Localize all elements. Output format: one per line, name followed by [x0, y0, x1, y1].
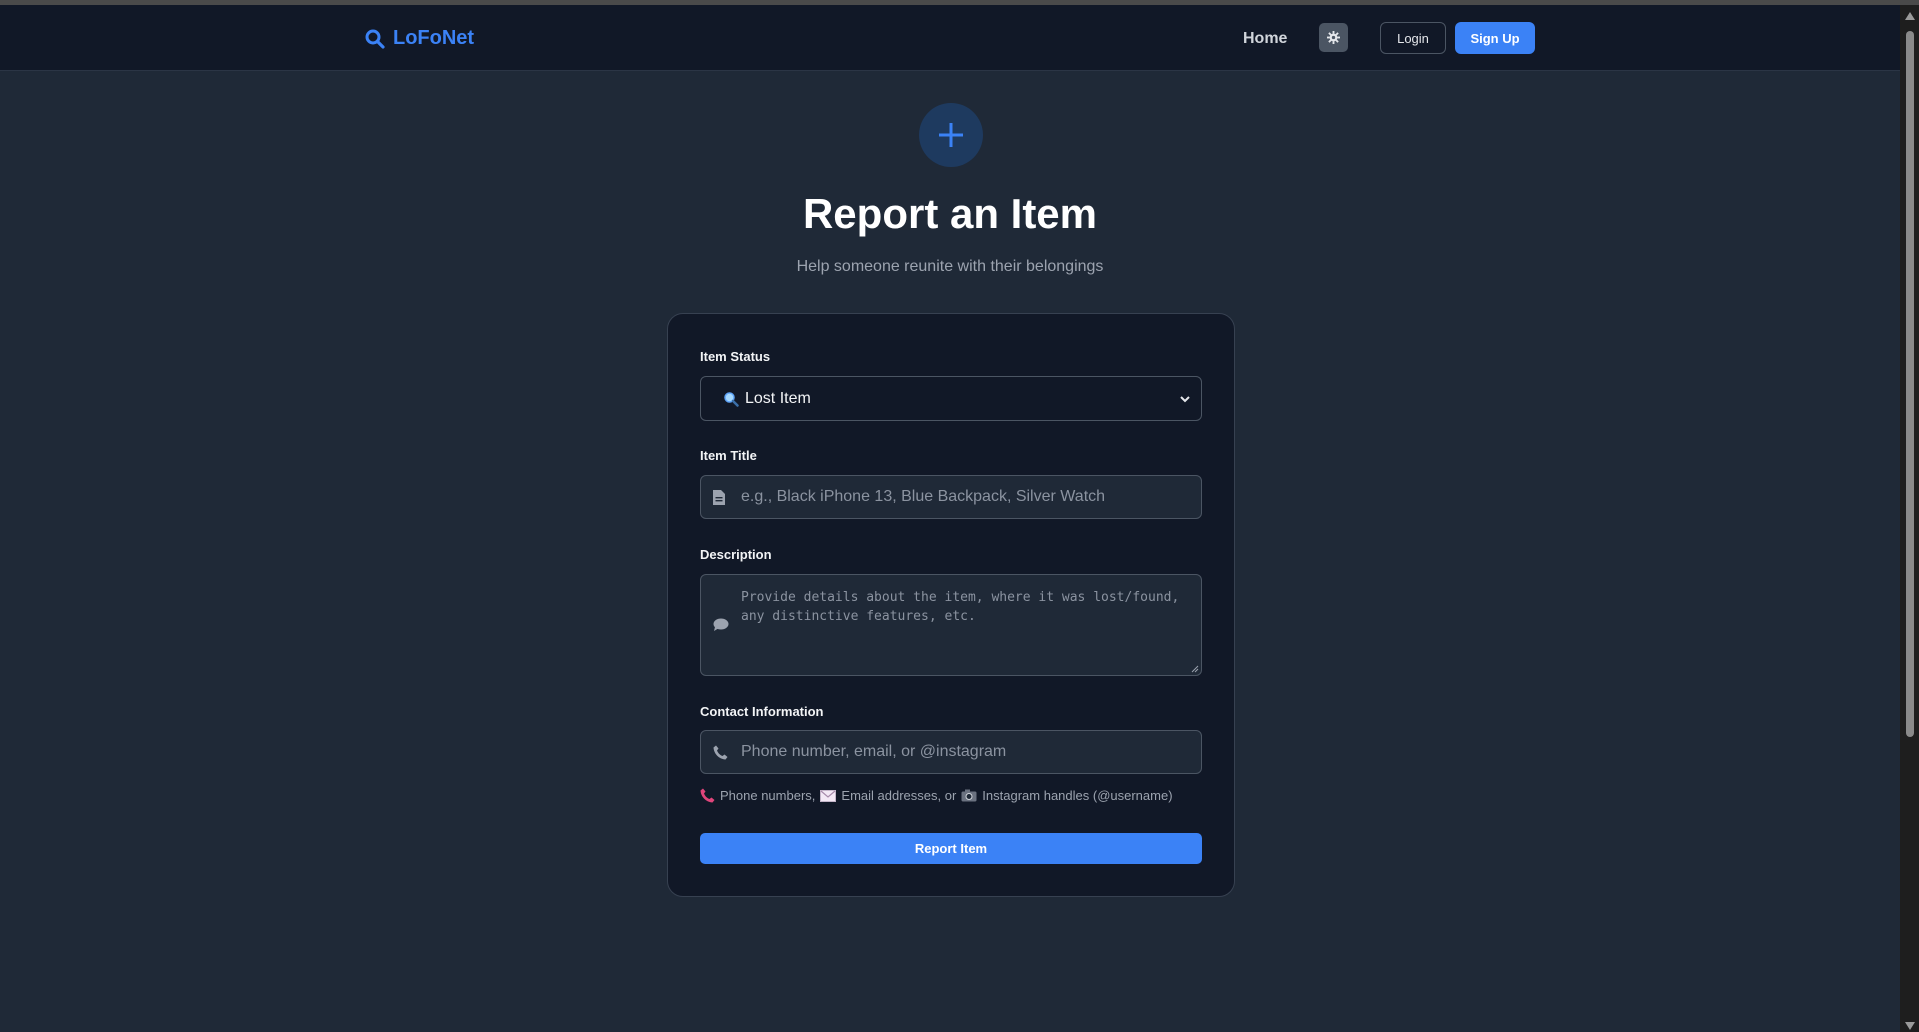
scroll-up-arrow-icon[interactable] — [1905, 12, 1915, 20]
item-status-label: Item Status — [700, 349, 771, 364]
brand-name: LoFoNet — [393, 27, 475, 49]
item-status-select[interactable]: Lost Item — [700, 376, 1202, 421]
scrollbar-thumb[interactable] — [1906, 31, 1914, 737]
plus-icon — [939, 123, 963, 147]
description-textarea[interactable]: Provide details about the item, where it… — [700, 574, 1202, 676]
description-placeholder: Provide details about the item, where it… — [741, 590, 1180, 624]
hint-phone-text: Phone numbers, — [720, 788, 816, 803]
page-scrollbar[interactable] — [1900, 5, 1919, 1032]
contact-input[interactable]: Phone number, email, or @instagram — [700, 730, 1202, 774]
contact-label: Contact Information — [700, 704, 824, 719]
login-button[interactable]: Login — [1380, 22, 1446, 54]
telephone-emoji-icon — [700, 788, 715, 803]
search-icon — [365, 29, 385, 49]
signup-button[interactable]: Sign Up — [1455, 22, 1535, 54]
hint-instagram-text: Instagram handles (@username) — [982, 788, 1173, 803]
item-title-label: Item Title — [700, 448, 757, 463]
item-status-value: Lost Item — [745, 389, 811, 407]
report-item-button[interactable]: Report Item — [700, 833, 1202, 864]
hint-email-text: Email addresses, or — [841, 788, 957, 803]
gear-icon — [1327, 31, 1340, 44]
navbar: LoFoNet Home Login Sign Up — [0, 5, 1900, 71]
contact-hint: Phone numbers, Email addresses, or Insta… — [700, 788, 1173, 803]
item-title-input[interactable]: e.g., Black iPhone 13, Blue Backpack, Si… — [700, 475, 1202, 519]
document-icon — [713, 490, 725, 505]
brand-logo[interactable]: LoFoNet — [365, 27, 474, 50]
page-title: Report an Item — [802, 190, 1098, 237]
scroll-down-arrow-icon[interactable] — [1905, 1022, 1915, 1030]
chevron-down-icon — [1180, 396, 1190, 403]
page-subtitle: Help someone reunite with their belongin… — [796, 258, 1104, 275]
nav-home-link[interactable]: Home — [1243, 30, 1287, 48]
magnifier-emoji-icon — [723, 391, 739, 407]
comment-icon — [713, 618, 729, 631]
envelope-emoji-icon — [820, 789, 837, 802]
description-label: Description — [700, 547, 772, 562]
camera-emoji-icon — [961, 789, 977, 802]
contact-placeholder: Phone number, email, or @instagram — [741, 743, 1007, 760]
hero-plus-badge — [919, 103, 983, 167]
item-title-placeholder: e.g., Black iPhone 13, Blue Backpack, Si… — [741, 488, 1106, 505]
report-item-form: Item Status Lost Item Item Title e.g., B… — [667, 313, 1235, 897]
phone-icon — [713, 745, 728, 760]
resize-handle-icon[interactable] — [1191, 665, 1199, 673]
theme-toggle-button[interactable] — [1319, 23, 1348, 52]
